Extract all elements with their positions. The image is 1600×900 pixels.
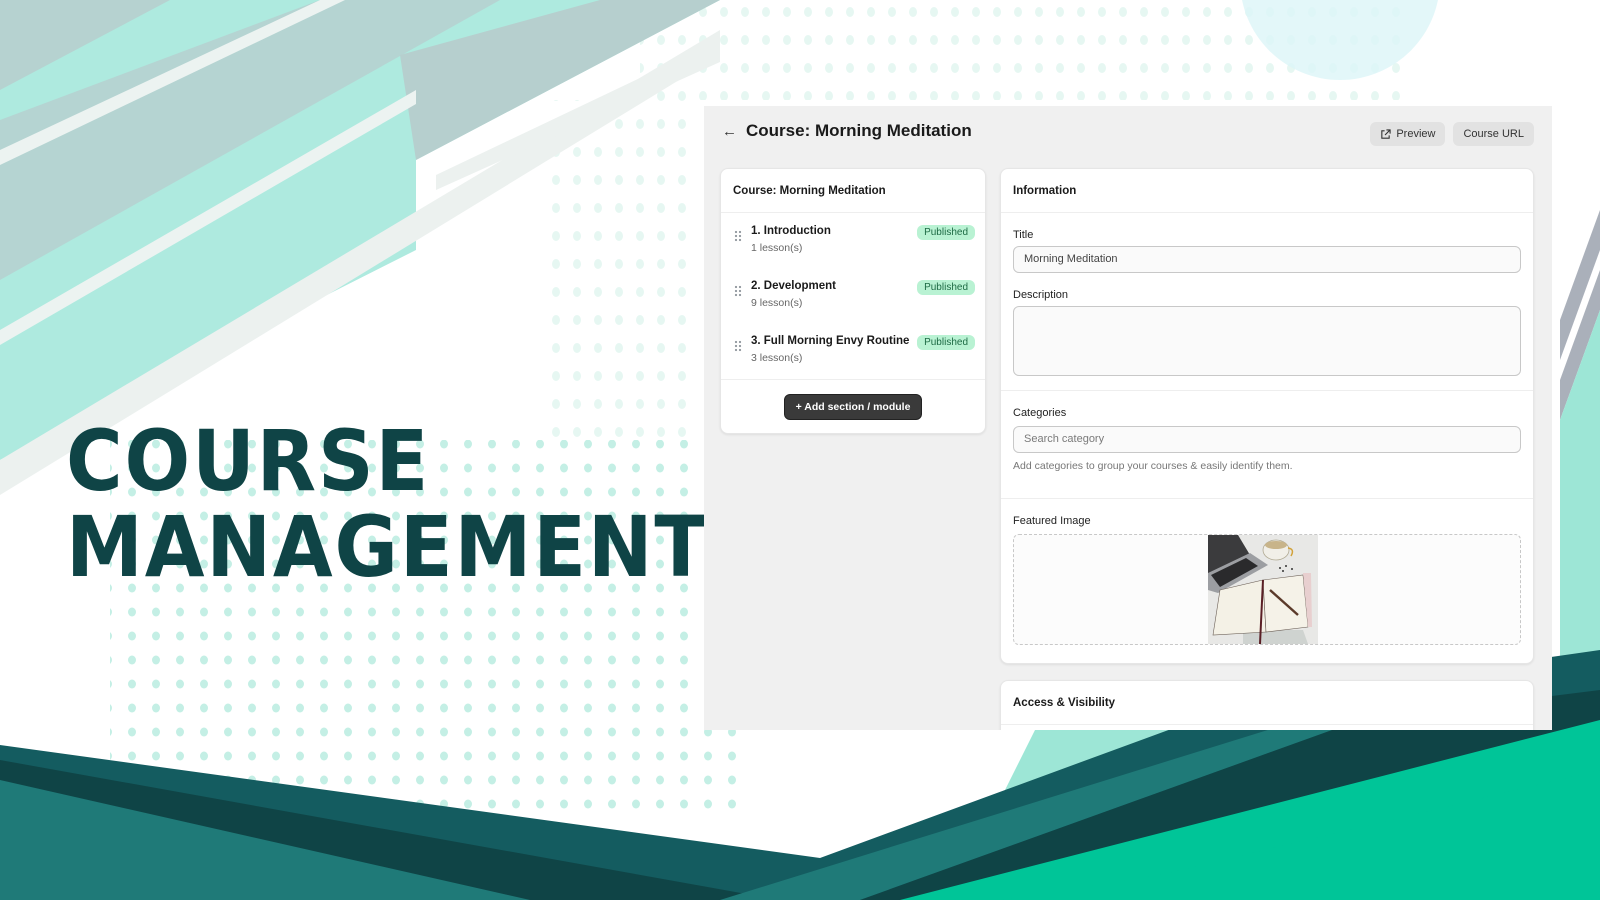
hero-title-line2: MANAGEMENT	[66, 498, 709, 596]
featured-image-thumbnail[interactable]	[1208, 535, 1318, 644]
featured-image-label: Featured Image	[1013, 515, 1091, 527]
external-link-icon	[1381, 128, 1391, 139]
page-header: ← Course: Morning Meditation Preview Cou…	[704, 106, 1552, 162]
back-button[interactable]: ←	[722, 123, 737, 140]
categories-label: Categories	[1013, 407, 1067, 419]
page-title: Course: Morning Meditation	[746, 121, 972, 140]
status-badge: Published	[917, 335, 975, 350]
description-textarea[interactable]	[1013, 306, 1521, 376]
basic-info-section: Title Morning Meditation Description	[1001, 213, 1533, 391]
module-item[interactable]: 3. Full Morning Envy Routine 3 lesson(s)…	[721, 323, 985, 378]
course-url-button[interactable]: Course URL	[1453, 122, 1534, 146]
preview-button[interactable]: Preview	[1370, 122, 1446, 146]
module-lesson-count: 1 lesson(s)	[751, 242, 803, 254]
featured-image-section: Featured Image	[1001, 499, 1533, 645]
description-label: Description	[1013, 289, 1069, 301]
drag-handle-icon[interactable]	[734, 285, 742, 297]
module-lesson-count: 3 lesson(s)	[751, 352, 803, 364]
access-visibility-title: Access & Visibility	[1001, 681, 1533, 725]
access-visibility-card: Access & Visibility	[1000, 680, 1534, 730]
hero-title-line1: COURSE	[66, 412, 431, 510]
drag-handle-icon[interactable]	[734, 340, 742, 352]
title-label: Title	[1013, 229, 1034, 241]
dot-pattern-mid	[550, 100, 690, 440]
category-search-input[interactable]: Search category	[1013, 426, 1521, 453]
categories-section: Categories Search category Add categorie…	[1001, 391, 1533, 499]
outline-footer: + Add section / module	[721, 379, 985, 433]
hero-title: COURSE MANAGEMENT	[66, 418, 709, 590]
featured-image-dropzone[interactable]	[1013, 534, 1521, 645]
arrow-left-icon: ←	[722, 123, 737, 140]
module-item[interactable]: 1. Introduction 1 lesson(s) Published	[721, 213, 985, 268]
status-badge: Published	[917, 225, 975, 240]
information-card: Information Title Morning Meditation Des…	[1000, 168, 1534, 664]
header-actions: Preview Course URL	[1370, 122, 1534, 146]
drag-handle-icon[interactable]	[734, 230, 742, 242]
title-input[interactable]: Morning Meditation	[1013, 246, 1521, 273]
course-url-label: Course URL	[1463, 128, 1524, 140]
outline-title: Course: Morning Meditation	[721, 169, 985, 213]
preview-label: Preview	[1396, 128, 1436, 140]
information-title: Information	[1001, 169, 1533, 213]
module-item[interactable]: 2. Development 9 lesson(s) Published	[721, 268, 985, 323]
status-badge: Published	[917, 280, 975, 295]
course-outline-card: Course: Morning Meditation 1. Introducti…	[720, 168, 986, 434]
module-list: 1. Introduction 1 lesson(s) Published 2.…	[721, 213, 985, 378]
categories-help-text: Add categories to group your courses & e…	[1013, 460, 1293, 472]
course-editor-window: ← Course: Morning Meditation Preview Cou…	[704, 106, 1552, 730]
module-lesson-count: 9 lesson(s)	[751, 297, 803, 309]
add-section-button[interactable]: + Add section / module	[783, 393, 923, 420]
